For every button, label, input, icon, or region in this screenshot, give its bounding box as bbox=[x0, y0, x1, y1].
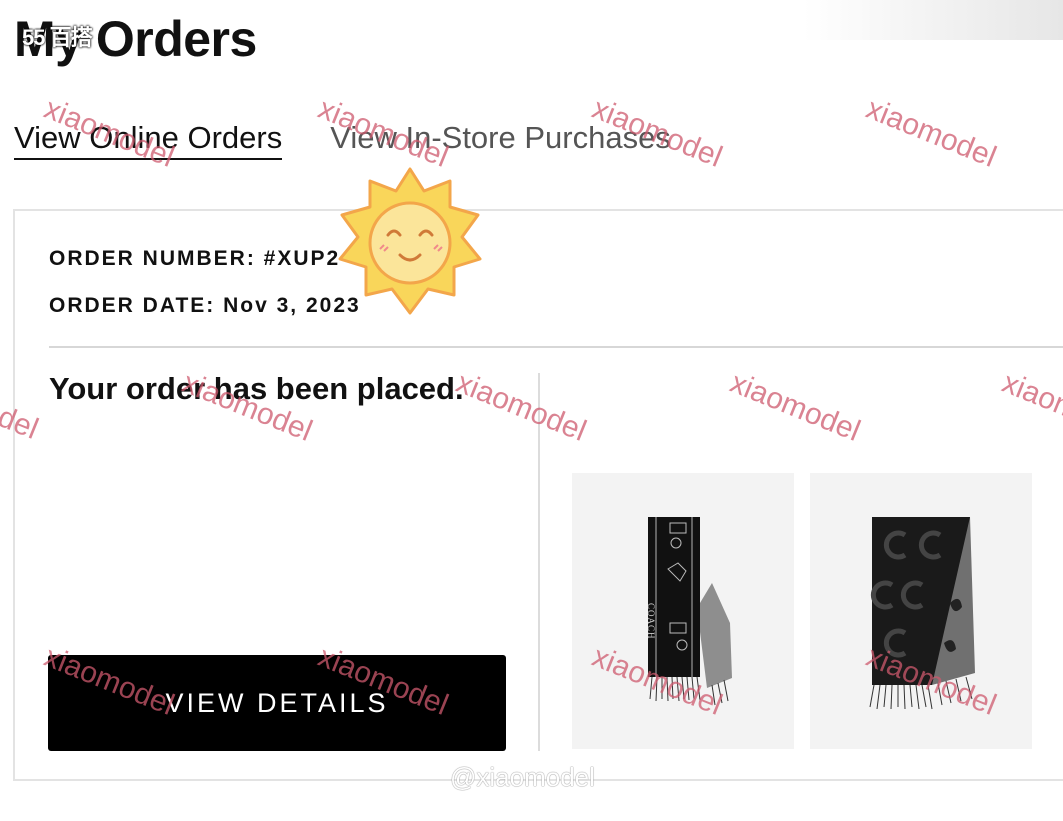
top-right-shade bbox=[803, 0, 1063, 40]
watermark-text: xiaomodel bbox=[861, 92, 1001, 174]
orders-tabs: View Online Orders View In-Store Purchas… bbox=[14, 118, 671, 160]
order-products: COACH bbox=[572, 473, 1032, 749]
signature-scarf-image bbox=[869, 517, 975, 710]
order-number: ORDER NUMBER: #XUP2 bbox=[49, 247, 341, 270]
view-details-button[interactable]: VIEW DETAILS bbox=[48, 655, 506, 751]
product-thumbnail-signature-scarf[interactable] bbox=[810, 473, 1032, 749]
watermark-handle: @xiaomodel bbox=[450, 762, 595, 792]
column-divider bbox=[538, 373, 540, 751]
carriage-scarf-image bbox=[648, 517, 732, 706]
order-date: ORDER DATE: Nov 3, 2023 bbox=[49, 294, 361, 317]
orders-page: My Orders 55 百搭 View Online Orders View … bbox=[0, 0, 1063, 821]
order-divider bbox=[49, 346, 1063, 348]
title-overlay-label: 55 百搭 bbox=[22, 25, 93, 50]
order-status: Your order has been placed. bbox=[49, 371, 464, 406]
product-thumbnail-carriage-scarf[interactable]: COACH bbox=[572, 473, 794, 749]
tab-in-store-purchases[interactable]: View In-Store Purchases bbox=[330, 118, 671, 160]
tab-online-orders[interactable]: View Online Orders bbox=[14, 118, 283, 160]
brand-mark: COACH bbox=[646, 603, 656, 640]
order-card: ORDER NUMBER: #XUP2 ORDER DATE: Nov 3, 2… bbox=[13, 209, 1063, 781]
